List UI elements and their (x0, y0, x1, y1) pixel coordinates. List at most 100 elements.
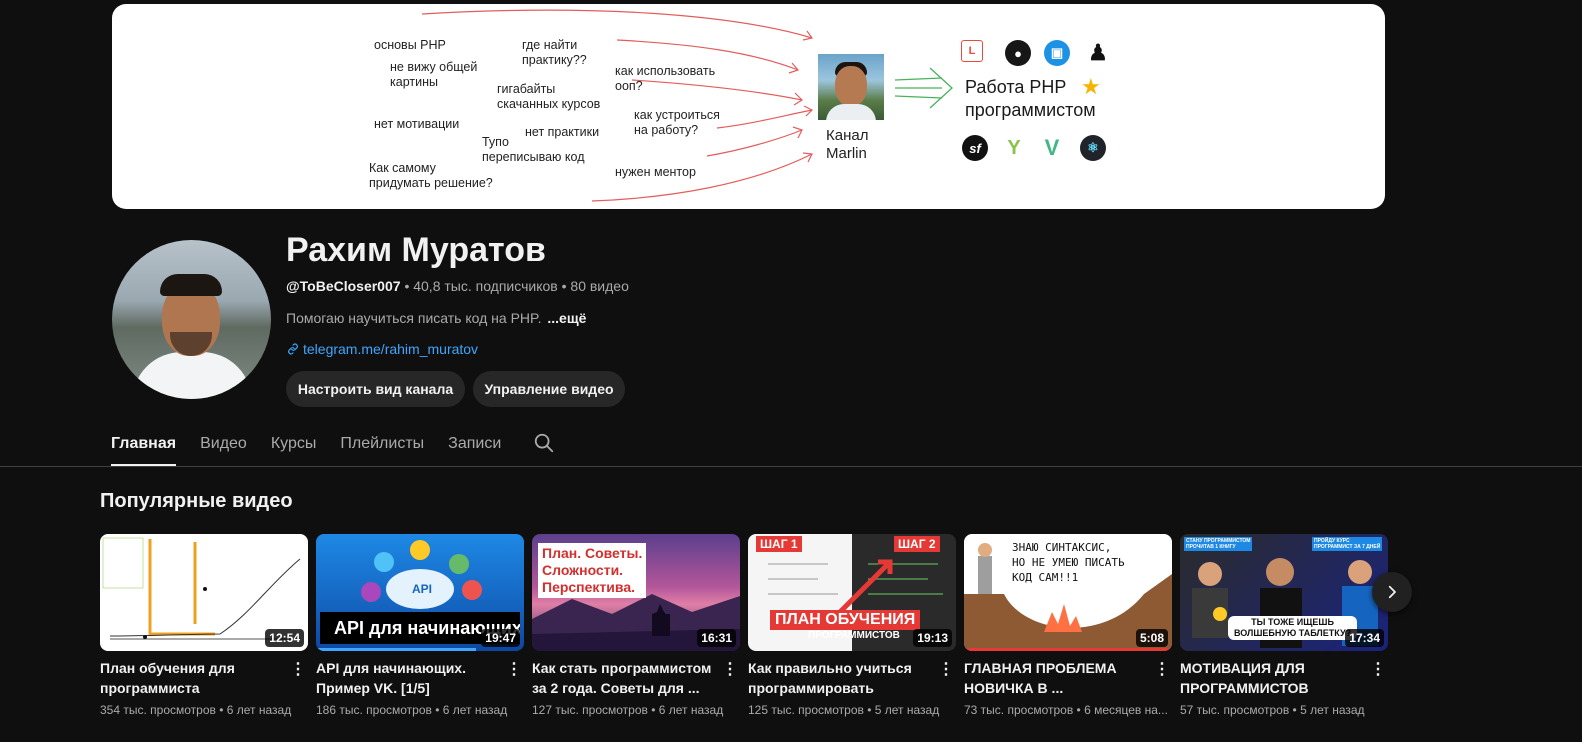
vue-icon: V (1044, 135, 1060, 160)
video-age: 5 лет назад (874, 703, 940, 717)
video-thumbnail[interactable]: СТАНУ ПРОГРАММИСТОМ ПРОЧИТАВ 1 КНИГУ ПРО… (1180, 534, 1388, 651)
channel-tabs: Главная Видео Курсы Плейлисты Записи (111, 432, 525, 466)
github-icon: ● (1005, 40, 1031, 66)
channel-link[interactable]: telegram.me/rahim_muratov (286, 340, 478, 358)
video-thumbnail[interactable]: ШАГ 1 ШАГ 2 ПЛАН ОБУЧЕНИЯ ПРОГРАММИСТОВ … (748, 534, 956, 651)
video-age: 5 лет назад (1300, 703, 1365, 717)
banner-photo (818, 54, 884, 120)
video-title[interactable]: Как правильно учиться программировать (748, 658, 938, 698)
video-duration: 12:54 (265, 629, 304, 647)
video-card[interactable]: СТАНУ ПРОГРАММИСТОМ ПРОЧИТАВ 1 КНИГУ ПРО… (1180, 534, 1388, 717)
thumb-caption: План. Советы. Сложности. Перспектива. (538, 543, 647, 598)
tab-playlists[interactable]: Плейлисты (340, 432, 424, 466)
video-meta: 57 тыс. просмотров • 5 лет назад (1180, 703, 1365, 717)
video-age: 6 лет назад (442, 703, 508, 717)
banner-phrase: Тупо переписываю код (482, 135, 585, 164)
video-title[interactable]: API для начинающих. Пример VK. [1/5] (316, 658, 506, 698)
thumb-step2: ШАГ 2 (894, 536, 940, 552)
section-title: Популярные видео (100, 490, 293, 512)
video-thumbnail[interactable]: API API для начинающих 19:47 (316, 534, 524, 651)
link-text: telegram.me/rahim_muratov (303, 341, 479, 357)
banner-phrase: как использовать ооп? (615, 64, 716, 93)
video-card[interactable]: ШАГ 1 ШАГ 2 ПЛАН ОБУЧЕНИЯ ПРОГРАММИСТОВ … (748, 534, 956, 717)
video-duration: 19:13 (913, 629, 952, 647)
tabs-divider (0, 466, 1582, 467)
more-vert-icon[interactable]: ⋮ (1370, 660, 1386, 680)
watch-progress-bar (316, 648, 476, 651)
tab-posts[interactable]: Записи (448, 432, 501, 466)
banner-kanal-text: Канал Marlin (826, 127, 869, 162)
video-card[interactable]: API API для начинающих 19:47 API для нач… (316, 534, 524, 717)
more-vert-icon[interactable]: ⋮ (290, 660, 306, 680)
video-views: 57 тыс. просмотров (1180, 703, 1290, 717)
more-vert-icon[interactable]: ⋮ (722, 660, 738, 680)
react-icon: ⚛ (1080, 135, 1106, 161)
video-duration: 19:47 (481, 629, 520, 647)
tab-courses[interactable]: Курсы (271, 432, 317, 466)
channel-avatar[interactable] (112, 240, 271, 399)
thumb-step1: ШАГ 1 (756, 536, 802, 552)
video-thumbnail[interactable]: ЗНАЮ СИНТАКСИС, НО НЕ УМЕЮ ПИСАТЬ КОД СА… (964, 534, 1172, 651)
banner-phrase: где найти практику?? (522, 38, 587, 67)
search-icon[interactable] (533, 432, 555, 454)
more-link[interactable]: ...ещё (547, 310, 586, 326)
tab-videos[interactable]: Видео (200, 432, 247, 466)
video-age: 6 месяцев на... (1084, 703, 1168, 717)
video-card[interactable]: ЗНАЮ СИНТАКСИС, НО НЕ УМЕЮ ПИСАТЬ КОД СА… (964, 534, 1172, 717)
channel-description[interactable]: Помогаю научиться писать код на PHP. ...… (286, 309, 586, 327)
banner-phrase: основы PHP (374, 38, 446, 52)
video-duration: 16:31 (697, 629, 736, 647)
thumb-caption: ТЫ ТОЖЕ ИЩЕШЬ ВОЛШЕБНУЮ ТАБЛЕТКУ? (1228, 616, 1358, 640)
thumb-caption: ЗНАЮ СИНТАКСИС, НО НЕ УМЕЮ ПИСАТЬ КОД СА… (1012, 541, 1125, 584)
channel-meta: @ToBeCloser007 • 40,8 тыс. подписчиков •… (286, 278, 629, 294)
docker-icon: ▣ (1044, 40, 1070, 66)
more-vert-icon[interactable]: ⋮ (938, 660, 954, 680)
thumb-subcaption: ПРОГРАММИСТОВ (808, 630, 900, 641)
banner-phrase: не вижу общей картины (390, 60, 478, 89)
carousel-next-button[interactable] (1372, 572, 1412, 612)
video-meta: 354 тыс. просмотров • 6 лет назад (100, 703, 292, 717)
video-meta: 127 тыс. просмотров • 6 лет назад (532, 703, 724, 717)
customize-channel-button[interactable]: Настроить вид канала (286, 371, 465, 407)
banner-arrows (421, 9, 953, 202)
banner-rabota-text: Работа PHP программистом (965, 77, 1096, 120)
video-views: 186 тыс. просмотров (316, 703, 432, 717)
thumb-badge-left: СТАНУ ПРОГРАММИСТОМ ПРОЧИТАВ 1 КНИГУ (1184, 537, 1253, 551)
video-thumbnail[interactable]: 12:54 (100, 534, 308, 651)
manage-videos-button[interactable]: Управление видео (473, 371, 625, 407)
video-title[interactable]: Как стать программистом за 2 года. Совет… (532, 658, 722, 698)
video-age: 6 лет назад (658, 703, 724, 717)
link-icon (288, 343, 298, 355)
video-card[interactable]: 12:54 План обучения для программиста ⋮ 3… (100, 534, 308, 717)
video-title[interactable]: ГЛАВНАЯ ПРОБЛЕМА НОВИЧКА В ... (964, 658, 1154, 698)
tab-home[interactable]: Главная (111, 432, 177, 466)
linux-icon: ♟ (1088, 40, 1108, 65)
thumb-api-label: API (412, 582, 433, 596)
video-card[interactable]: План. Советы. Сложности. Перспектива. 16… (532, 534, 740, 717)
video-views: 73 тыс. просмотров (964, 703, 1074, 717)
video-title[interactable]: МОТИВАЦИЯ ДЛЯ ПРОГРАММИСТОВ (1180, 658, 1370, 698)
star-icon: ★ (1081, 74, 1101, 99)
channel-title: Рахим Муратов (286, 231, 546, 269)
more-vert-icon[interactable]: ⋮ (1154, 660, 1170, 680)
chevron-right-icon (1388, 585, 1396, 599)
video-views: 127 тыс. просмотров (532, 703, 648, 717)
video-meta: 186 тыс. просмотров • 6 лет назад (316, 703, 508, 717)
video-duration: 17:34 (1345, 629, 1384, 647)
symfony-icon: sf (962, 135, 988, 161)
yii-icon: Y (1007, 136, 1021, 159)
thumb-badge-right: ПРОЙДУ КУРС ПРОГРАММИСТ ЗА 7 ДНЕЙ (1312, 537, 1383, 551)
video-views: 125 тыс. просмотров (748, 703, 864, 717)
banner-phrase: нет мотивации (374, 117, 460, 131)
video-duration: 5:08 (1135, 629, 1168, 647)
more-vert-icon[interactable]: ⋮ (506, 660, 522, 680)
subscriber-count: 40,8 тыс. подписчиков (413, 278, 558, 294)
channel-handle: @ToBeCloser007 (286, 278, 401, 294)
banner-phrase: Как самому придумать решение? (369, 161, 493, 190)
video-meta: 73 тыс. просмотров • 6 месяцев на... (964, 703, 1168, 717)
description-text: Помогаю научиться писать код на PHP. (286, 310, 542, 326)
banner-phrase: как устроиться на работу? (634, 108, 720, 137)
video-thumbnail[interactable]: План. Советы. Сложности. Перспектива. 16… (532, 534, 740, 651)
video-count: 80 видео (570, 278, 629, 294)
video-title[interactable]: План обучения для программиста (100, 658, 290, 698)
